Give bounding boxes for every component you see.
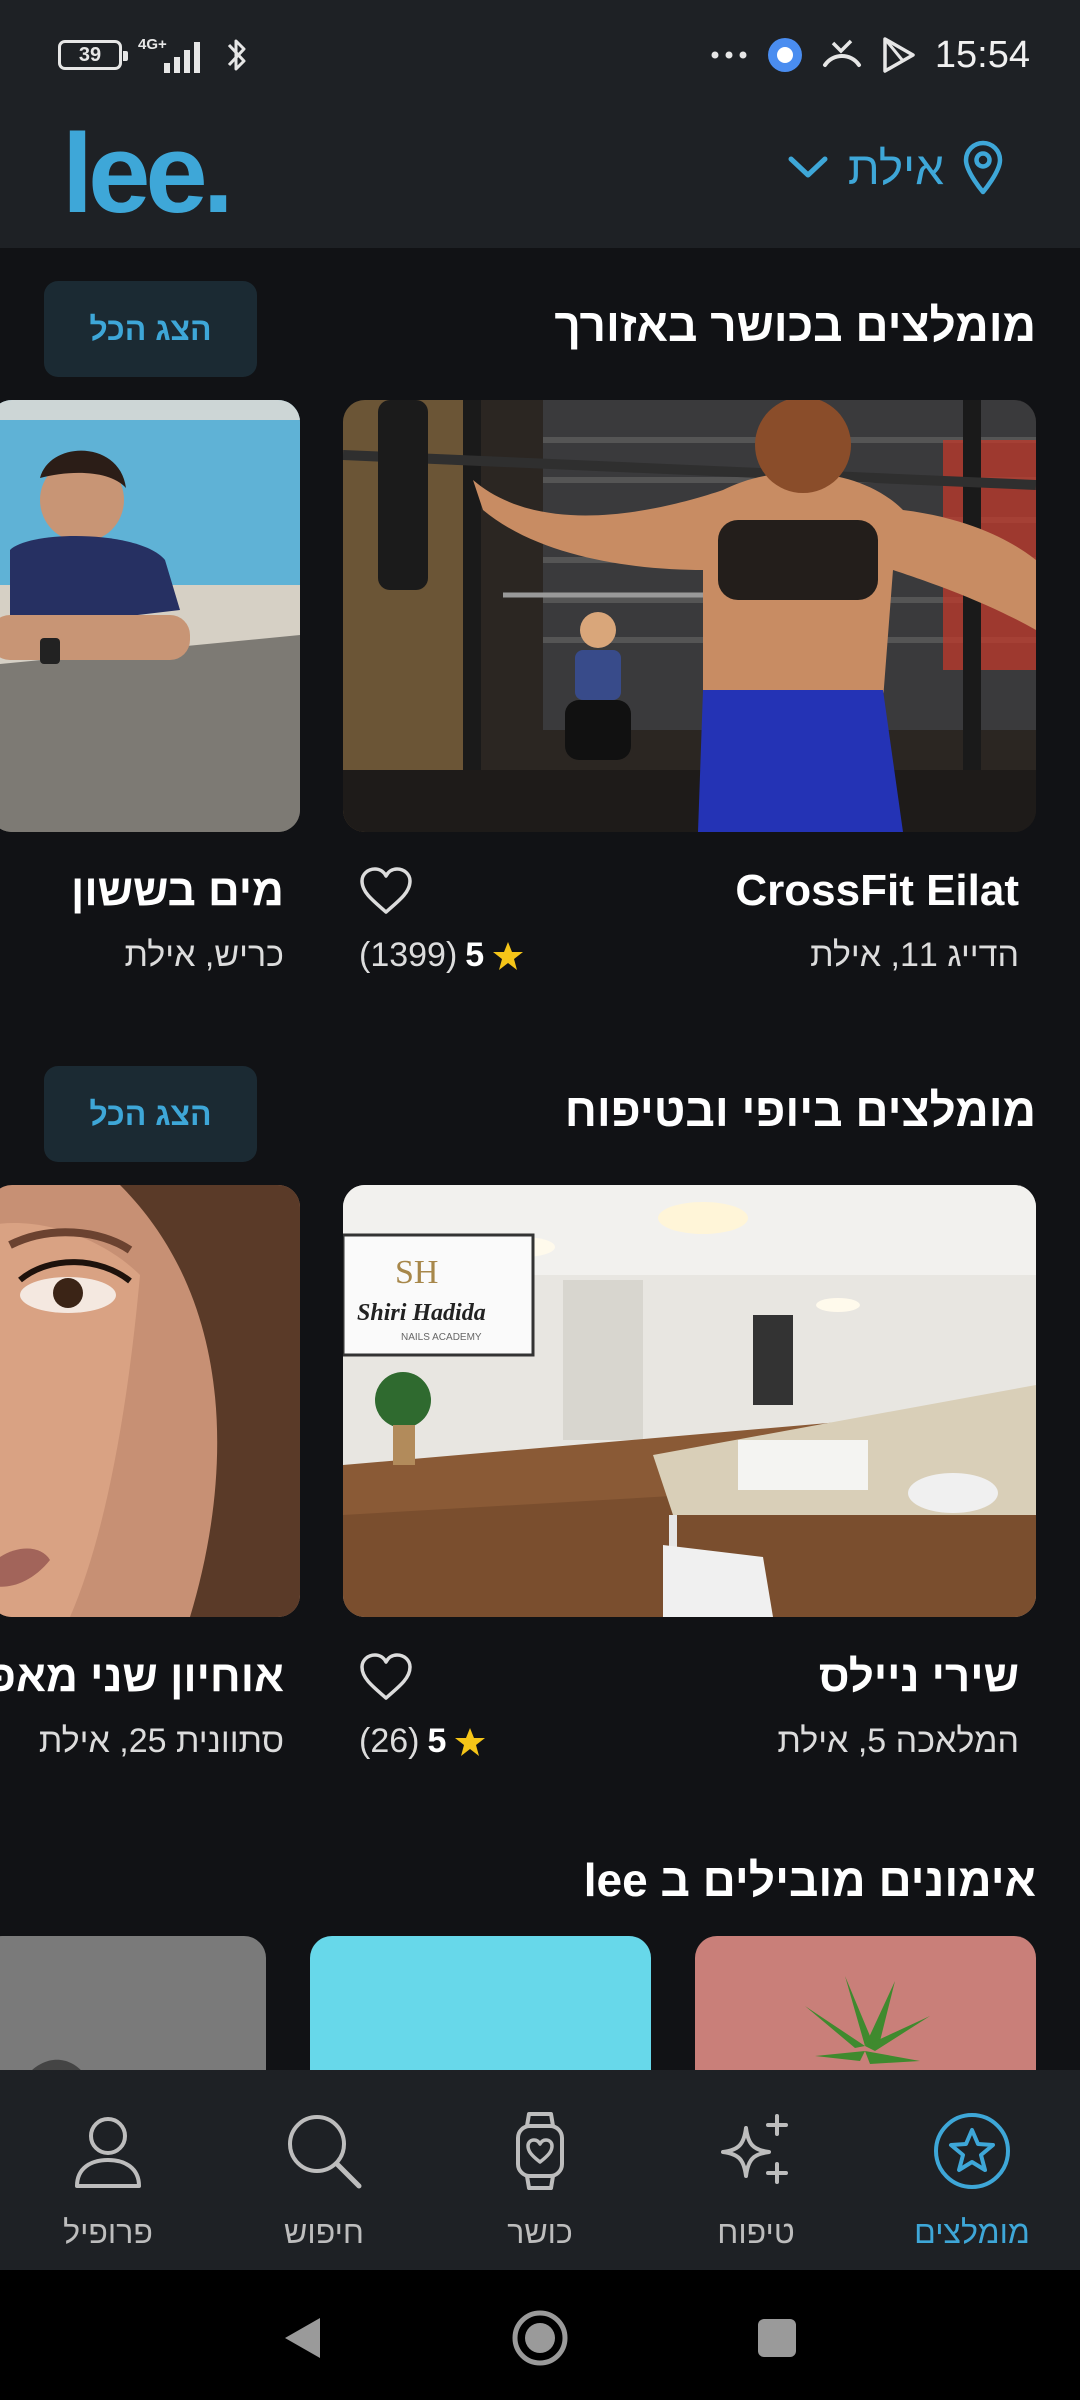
- nav-label-profile: פרופיל: [63, 2214, 153, 2250]
- rating-crossfit: (1399) 5: [359, 936, 524, 975]
- section-title-fitness: מומלצים בכושר באזורך: [554, 299, 1036, 351]
- battery-indicator: 39: [58, 40, 128, 70]
- card-address-swim: כריש, אילת: [124, 936, 284, 974]
- back-icon[interactable]: [280, 2314, 324, 2362]
- nails-salon-image[interactable]: SH Shiri Hadida NAILS ACADEMY: [343, 1185, 1036, 1617]
- status-bar-left: 39 4G+: [58, 34, 250, 76]
- crossfit-image[interactable]: [343, 400, 1036, 832]
- star-icon: [493, 941, 524, 970]
- smartwatch-icon: [516, 2112, 564, 2190]
- app-logo: lee.: [62, 111, 234, 236]
- location-selector[interactable]: אילת: [786, 138, 1004, 198]
- section-title-workouts: אימונים מובילים ב lee: [583, 1854, 1036, 1906]
- signal-icon: 4G+: [138, 36, 200, 73]
- makeup-image[interactable]: [0, 1185, 300, 1617]
- card-name-nails[interactable]: שירי ניילס: [819, 1652, 1019, 1702]
- nav-label-search: חיפוש: [284, 2214, 364, 2250]
- favorite-heart-icon[interactable]: [358, 1652, 414, 1702]
- recents-icon[interactable]: [755, 2316, 799, 2360]
- nav-grooming[interactable]: טיפוח: [648, 2070, 864, 2270]
- nav-label-fitness: כושר: [507, 2214, 573, 2250]
- sign-monogram: SH: [395, 1254, 438, 1291]
- rating-nails: (26) 5: [359, 1722, 486, 1761]
- profile-icon: [75, 2117, 141, 2188]
- card-name-crossfit[interactable]: CrossFit Eilat: [735, 866, 1019, 916]
- app-header: lee. אילת: [0, 110, 1080, 248]
- play-store-icon: [883, 37, 915, 73]
- rating-score: 5: [465, 936, 485, 974]
- favorite-heart-icon[interactable]: [358, 866, 414, 916]
- messenger-icon: [767, 38, 802, 72]
- bluetooth-icon: [227, 39, 246, 71]
- card-address-crossfit: הדייג 11, אילת: [810, 936, 1019, 974]
- search-icon: [288, 2115, 362, 2189]
- show-all-beauty-button[interactable]: הצג הכל: [44, 1066, 257, 1162]
- star-circle-icon: [934, 2113, 1010, 2189]
- sign-brand: Shiri Hadida: [357, 1300, 486, 1326]
- location-pin-icon: [963, 140, 1003, 195]
- rating-score: 5: [427, 1722, 447, 1760]
- review-count: (26): [359, 1722, 420, 1760]
- card-address-makeup: סתוונית 25, אילת: [38, 1722, 284, 1760]
- network-type: 4G+: [138, 36, 167, 53]
- sparkles-icon: [721, 2114, 788, 2184]
- home-icon[interactable]: [510, 2308, 570, 2368]
- missed-call-icon: [822, 39, 861, 67]
- status-bar-right: 15:54: [709, 30, 1030, 80]
- section-title-beauty: מומלצים ביופי ובטיפוח: [564, 1084, 1036, 1136]
- show-all-fitness-button[interactable]: הצג הכל: [44, 281, 257, 377]
- nav-search[interactable]: חיפוש: [216, 2070, 432, 2270]
- nav-label-recommended: מומלצים: [914, 2214, 1030, 2250]
- system-navigation-bar: [0, 2270, 1080, 2400]
- card-address-nails: המלאכה 5, אילת: [777, 1722, 1019, 1760]
- more-dots-icon: [711, 51, 747, 59]
- star-icon: [455, 1727, 486, 1756]
- swim-image[interactable]: [0, 400, 300, 832]
- nav-label-grooming: טיפוח: [717, 2214, 795, 2250]
- nav-fitness[interactable]: כושר: [432, 2070, 648, 2270]
- card-name-swim[interactable]: מים בששון: [71, 866, 284, 916]
- battery-level: 39: [78, 43, 102, 66]
- review-count: (1399): [359, 936, 458, 974]
- nav-profile[interactable]: פרופיל: [0, 2070, 216, 2270]
- location-name: אילת: [847, 142, 944, 194]
- sign-subtitle: NAILS ACADEMY: [401, 1332, 482, 1343]
- bottom-navigation: מומלצים טיפוח כושר חיפוש פרופיל: [0, 2070, 1080, 2270]
- nav-recommended[interactable]: מומלצים: [864, 2070, 1080, 2270]
- status-bar: 39 4G+ 15:54: [0, 0, 1080, 110]
- clock: 15:54: [934, 33, 1030, 76]
- chevron-down-icon: [788, 156, 828, 178]
- card-name-makeup[interactable]: אוחיון שני מאפ: [0, 1652, 284, 1702]
